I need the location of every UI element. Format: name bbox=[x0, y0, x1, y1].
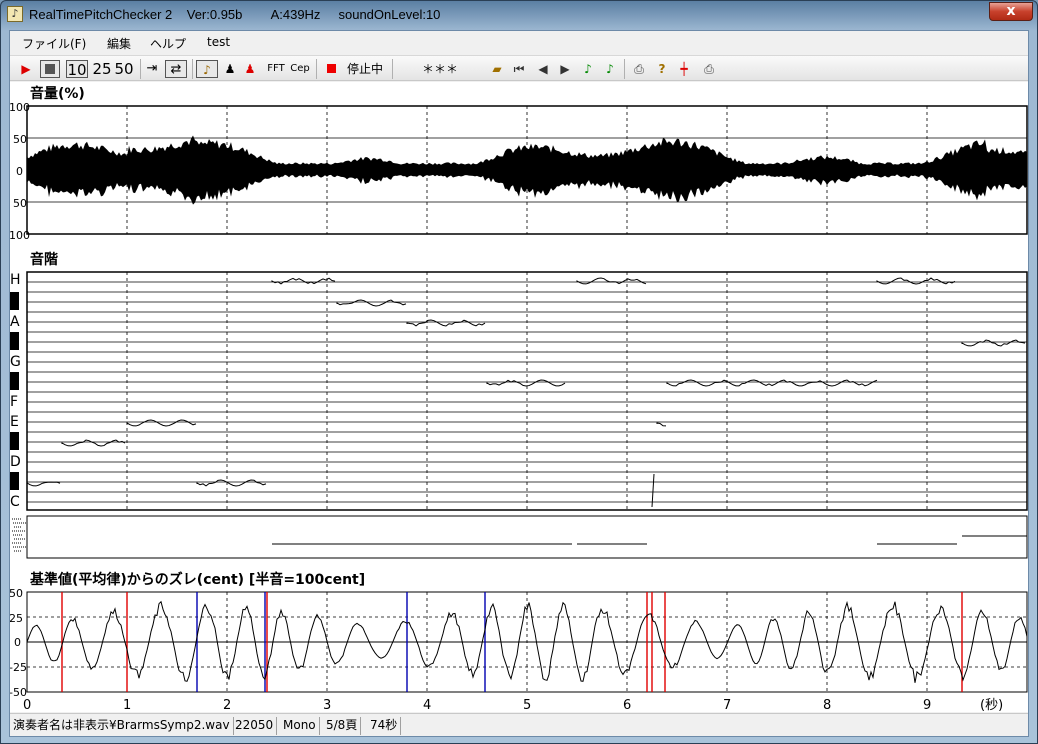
folder-open-icon[interactable]: ▰ bbox=[488, 60, 506, 78]
volume-tick-neg100: 100 bbox=[10, 229, 30, 242]
time-tick-label: 8 bbox=[823, 698, 831, 712]
app-window: ♪ RealTimePitchChecker 2 Ver:0.95b A:439… bbox=[0, 0, 1038, 744]
person-icon[interactable]: ♟ bbox=[222, 60, 238, 78]
time-tick-label: 0 bbox=[23, 698, 31, 712]
volume-tick-100: 100 bbox=[10, 101, 30, 114]
close-button[interactable]: x bbox=[989, 2, 1033, 21]
status-rate: 22050 bbox=[232, 717, 278, 735]
black-key bbox=[10, 372, 19, 390]
print-icon[interactable]: ⎙ bbox=[630, 60, 648, 78]
volume-tick-0: 0 bbox=[16, 165, 23, 178]
prev-page-icon[interactable]: ◀ bbox=[534, 60, 552, 78]
note-label: C bbox=[10, 494, 20, 510]
window-title: RealTimePitchChecker 2 Ver:0.95b A:439Hz… bbox=[29, 7, 441, 22]
note-display: ＊＊＊ bbox=[421, 62, 458, 76]
time-tick-label: 3 bbox=[323, 698, 331, 712]
plot-svg: 音量(%) 100 50 0 50 100 音階 HAGFEDC 基準値(平均律… bbox=[9, 85, 1028, 713]
record-stop-icon[interactable] bbox=[324, 60, 338, 78]
note-green-2-icon[interactable]: ♪ bbox=[602, 60, 618, 78]
person-red-icon[interactable]: ♟ bbox=[242, 60, 258, 78]
help-icon[interactable]: ? bbox=[654, 60, 670, 78]
time-tick-label: 2 bbox=[223, 698, 231, 712]
next-page-icon[interactable]: ▶ bbox=[556, 60, 574, 78]
toolbar-separator bbox=[316, 59, 317, 79]
note-green-icon[interactable]: ♪ bbox=[580, 60, 596, 78]
cep-button[interactable]: Cep bbox=[289, 60, 311, 78]
volume-title: 音量(%) bbox=[30, 85, 85, 102]
marker-icon[interactable]: ┿ bbox=[676, 60, 692, 78]
toolbar-separator bbox=[192, 59, 193, 79]
speed-10-button[interactable]: 10 bbox=[66, 60, 88, 79]
time-tick-label: 5 bbox=[523, 698, 531, 712]
fft-button[interactable]: FFT bbox=[265, 60, 287, 78]
speed-25-button[interactable]: 25 bbox=[92, 60, 112, 78]
octave-strip bbox=[26, 515, 1028, 559]
note-label: D bbox=[10, 454, 21, 470]
note-label: G bbox=[10, 354, 21, 370]
scale-title: 音階 bbox=[30, 251, 58, 268]
status-bar: 演奏者名は非表示¥BrarmsSymp2.wav 22050 Mono 5/8頁… bbox=[10, 713, 1028, 736]
menu-bar: ファイル(F) 編集 ヘルプ test bbox=[10, 31, 1028, 53]
client-area: ファイル(F) 編集 ヘルプ test ▶ 10 25 50 ⇥ ⇄ ♪ ♟ ♟… bbox=[9, 30, 1029, 737]
title-bar[interactable]: ♪ RealTimePitchChecker 2 Ver:0.95b A:439… bbox=[1, 1, 1037, 29]
status-length: 74秒 bbox=[367, 717, 402, 735]
keyboard-strip: H A G FE D C bbox=[10, 272, 21, 510]
time-tick-label: 4 bbox=[423, 698, 431, 712]
time-tick-label: 1 bbox=[123, 698, 131, 712]
stop-icon[interactable] bbox=[40, 60, 60, 78]
menu-edit[interactable]: 編集 bbox=[107, 35, 131, 52]
print-2-icon[interactable]: ⎙ bbox=[700, 60, 718, 78]
status-file: 演奏者名は非表示¥BrarmsSymp2.wav bbox=[10, 717, 234, 735]
toolbar-separator bbox=[140, 59, 141, 79]
play-icon[interactable]: ▶ bbox=[18, 60, 34, 78]
repeat-icon[interactable]: ⇄ bbox=[165, 60, 187, 78]
status-page: 5/8頁 bbox=[323, 717, 362, 735]
menu-test[interactable]: test bbox=[207, 35, 230, 49]
scale-frame bbox=[26, 271, 1028, 511]
time-unit-label: (秒) bbox=[980, 698, 1003, 712]
black-key bbox=[10, 332, 19, 350]
dev-tick-0: 0 bbox=[14, 636, 21, 649]
note-label: F bbox=[10, 394, 18, 410]
dev-tick-50: 50 bbox=[10, 587, 23, 600]
black-key bbox=[10, 472, 19, 490]
deviation-title: 基準値(平均律)からのズレ(cent) [半音=100cent] bbox=[30, 571, 365, 588]
black-key bbox=[10, 292, 19, 310]
note-label: E bbox=[10, 414, 19, 430]
note-label: H bbox=[10, 272, 21, 288]
first-page-icon[interactable]: ⏮ bbox=[510, 60, 528, 78]
status-channels: Mono bbox=[280, 717, 320, 735]
black-key bbox=[10, 432, 19, 450]
jump-end-icon[interactable]: ⇥ bbox=[144, 60, 160, 78]
toolbar-separator bbox=[392, 59, 393, 79]
toolbar-separator bbox=[624, 59, 625, 79]
time-axis: 0 1 2 3 4 5 6 7 8 9 bbox=[23, 698, 931, 713]
menu-help[interactable]: ヘルプ bbox=[150, 35, 186, 52]
app-icon: ♪ bbox=[7, 6, 23, 22]
volume-tick-neg50: 50 bbox=[13, 197, 27, 210]
dev-tick-25: 25 bbox=[10, 612, 23, 625]
violin-icon[interactable]: ♪ bbox=[196, 60, 218, 78]
status-label: 停止中 bbox=[346, 62, 383, 76]
time-tick-label: 9 bbox=[923, 698, 931, 712]
plot-area: 音量(%) 100 50 0 50 100 音階 HAGFEDC 基準値(平均律… bbox=[9, 82, 1028, 713]
time-tick-label: 7 bbox=[723, 698, 731, 712]
speed-50-button[interactable]: 50 bbox=[114, 60, 134, 78]
toolbar: ▶ 10 25 50 ⇥ ⇄ ♪ ♟ ♟ FFT Cep 停止中 ＊＊＊ ▰ ⏮… bbox=[10, 55, 1028, 81]
time-tick-label: 6 bbox=[623, 698, 631, 712]
note-label: A bbox=[10, 314, 20, 330]
dev-tick-neg25: -25 bbox=[10, 661, 27, 674]
volume-tick-50: 50 bbox=[13, 133, 27, 146]
menu-file[interactable]: ファイル(F) bbox=[22, 35, 86, 52]
